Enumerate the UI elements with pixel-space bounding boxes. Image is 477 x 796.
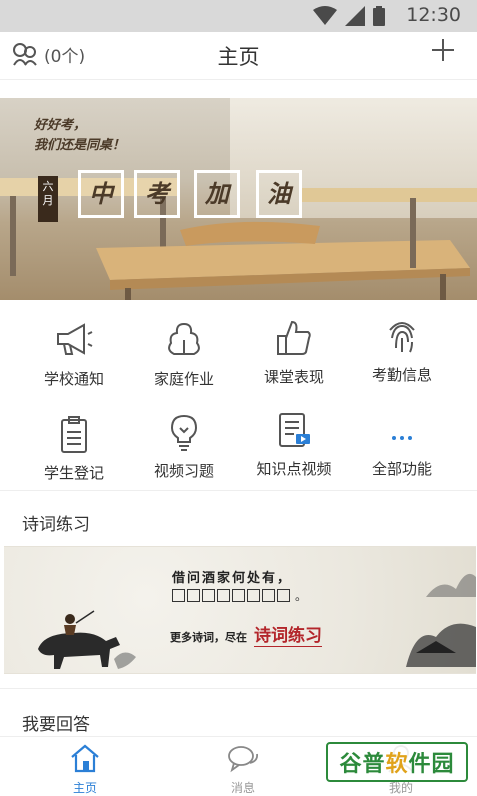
- chat-bubble-icon: [228, 746, 259, 773]
- blank-box: [277, 589, 290, 602]
- feature-label: 课堂表现: [263, 368, 324, 386]
- tab-messages[interactable]: 消息: [198, 743, 288, 796]
- feature-label: 学校通知: [43, 370, 104, 388]
- ink-landscape-illustration: [406, 573, 476, 667]
- blank-box: [187, 589, 200, 602]
- feature-knowledge-videos[interactable]: 知识点视频: [238, 406, 350, 479]
- app-header: (0个) 主页: [0, 32, 477, 80]
- tab-home[interactable]: 主页: [40, 743, 130, 796]
- megaphone-icon: [57, 323, 93, 355]
- site-watermark: 谷普软件园: [326, 742, 468, 782]
- video-doc-icon: [279, 413, 310, 447]
- section-divider: [0, 490, 477, 491]
- child-count: (0个): [44, 46, 86, 67]
- feature-video-exercises[interactable]: 视频习题: [128, 408, 240, 481]
- herder-on-ox-illustration: [38, 610, 136, 669]
- feature-grid: 学校通知 家庭作业 课堂表现 考勤信息 学生登记 视频习题 知识点视频 全部功能: [0, 306, 477, 486]
- lightbulb-icon: [170, 414, 198, 451]
- battery-icon: [373, 6, 385, 26]
- feature-homework[interactable]: 家庭作业: [128, 316, 240, 389]
- signal-icon: [345, 6, 365, 26]
- plus-icon: [432, 39, 454, 61]
- watermark-text: 谷普软件园: [339, 746, 454, 778]
- blank-box: [202, 589, 215, 602]
- blank-box: [232, 589, 245, 602]
- exam-banner[interactable]: 好好考， 我们还是同桌！ 六月 中 考 加 油: [0, 98, 477, 300]
- blank-box: [262, 589, 275, 602]
- feature-attendance[interactable]: 考勤信息: [346, 312, 458, 385]
- feature-label: 学生登记: [43, 464, 104, 482]
- blank-verse-boxes: 。: [172, 587, 307, 604]
- feature-student-registration[interactable]: 学生登记: [18, 410, 130, 483]
- feature-school-notice[interactable]: 学校通知: [18, 316, 130, 389]
- wifi-icon: [313, 6, 337, 25]
- month-tag: 六月: [38, 176, 58, 222]
- kids-icon: [13, 43, 37, 66]
- poem-practice-link[interactable]: 诗词练习: [254, 621, 322, 647]
- banner-slogan: 好好考， 我们还是同桌！: [34, 116, 125, 156]
- feature-label: 考勤信息: [371, 366, 432, 384]
- cheer-char-3: 加: [194, 170, 240, 218]
- period-mark: 。: [295, 589, 308, 603]
- add-button[interactable]: [429, 36, 457, 68]
- feature-class-performance[interactable]: 课堂表现: [238, 314, 350, 387]
- section-divider: [0, 688, 477, 689]
- poem-more-text: 更多诗词，尽在: [170, 631, 247, 644]
- more-dots-icon: [392, 436, 412, 440]
- status-icons: [313, 6, 385, 26]
- clipboard-icon: [61, 416, 87, 453]
- slogan-line-1: 好好考，: [34, 118, 87, 133]
- feature-label: 家庭作业: [153, 370, 214, 388]
- feature-label: 视频习题: [153, 462, 214, 480]
- homework-icon: [168, 322, 200, 355]
- cheer-char-4: 油: [256, 170, 302, 218]
- feature-label: 全部功能: [371, 460, 432, 478]
- answer-section-title: 我要回答: [22, 715, 90, 735]
- home-icon: [71, 744, 99, 773]
- slogan-line-2: 我们还是同桌！: [34, 138, 126, 153]
- blank-box: [217, 589, 230, 602]
- child-selector[interactable]: (0个): [10, 41, 85, 67]
- tab-label: 消息: [230, 781, 255, 795]
- tab-label: 主页: [72, 781, 97, 795]
- clock: 12:30: [406, 4, 461, 26]
- cheer-char-1: 中: [78, 170, 124, 218]
- poem-verse: 借问酒家何处有，: [172, 571, 293, 586]
- status-bar: 12:30: [0, 0, 477, 32]
- blank-box: [247, 589, 260, 602]
- cheer-char-2: 考: [134, 170, 180, 218]
- poetry-section-title: 诗词练习: [22, 515, 90, 535]
- feature-all-functions[interactable]: 全部功能: [346, 406, 458, 479]
- fingerprint-icon: [389, 322, 415, 353]
- thumbs-up-icon: [277, 320, 311, 355]
- feature-label: 知识点视频: [256, 460, 332, 478]
- poetry-banner[interactable]: 借问酒家何处有， 。 更多诗词，尽在 诗词练习: [4, 546, 476, 674]
- blank-box: [172, 589, 185, 602]
